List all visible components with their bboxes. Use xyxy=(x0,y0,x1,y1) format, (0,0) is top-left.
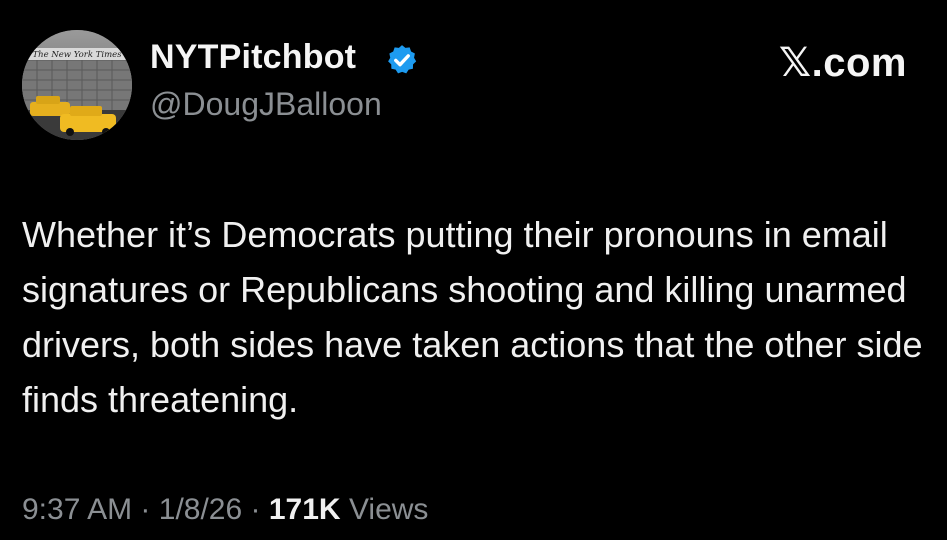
avatar[interactable]: The New York Times xyxy=(22,30,132,140)
display-name[interactable]: NYTPitchbot xyxy=(150,38,356,77)
tweet-text: Whether it’s Democrats putting their pro… xyxy=(22,214,923,420)
tweet-card: The New York Times NYTPitchbot @DougJBal… xyxy=(0,0,947,540)
x-logo: 𝕏.com xyxy=(778,41,907,85)
tweet-date[interactable]: 1/8/26 xyxy=(159,493,242,526)
views-count: 171K xyxy=(268,493,341,526)
meta-separator: · xyxy=(140,493,151,526)
meta-separator: · xyxy=(250,493,261,526)
tweet-time[interactable]: 9:37 AM xyxy=(22,493,132,526)
user-handle[interactable]: @DougJBalloon xyxy=(150,86,382,123)
views-label: Views xyxy=(348,493,429,526)
avatar-sign: The New York Times xyxy=(32,50,122,60)
avatar-image: The New York Times xyxy=(22,30,132,140)
tweet-meta: 9:37 AM · 1/8/26 · 171K Views xyxy=(22,493,428,527)
verified-badge-icon xyxy=(388,45,417,74)
